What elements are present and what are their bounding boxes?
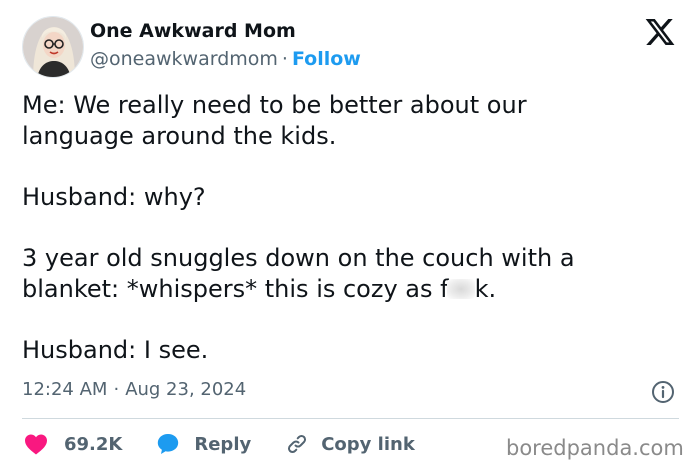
copy-link-label: Copy link (321, 433, 415, 455)
heart-icon (25, 434, 47, 455)
author-handle-row: @oneawkwardmom · Follow (90, 48, 361, 70)
speech-bubble-icon (158, 434, 179, 454)
author-name[interactable]: One Awkward Mom (90, 20, 296, 42)
author-handle[interactable]: @oneawkwardmom (90, 48, 278, 70)
divider (22, 418, 679, 419)
tweet-text-segment: k. (474, 275, 497, 303)
tweet-line: 3 year old snuggles down on the couch wi… (22, 244, 575, 272)
tweet-time: 12:24 AM (22, 379, 108, 400)
tweet-line: Husband: I see. (22, 336, 209, 364)
censor-blur (446, 279, 475, 299)
like-count: 69.2K (64, 433, 123, 455)
tweet-line: Me: We really need to be better about ou… (22, 91, 527, 119)
like-button[interactable]: 69.2K (24, 433, 122, 455)
tweet-line: Husband: why? (22, 183, 206, 211)
info-icon[interactable] (651, 380, 675, 404)
action-bar: 69.2K Reply Copy link (24, 430, 415, 458)
tweet-line-censored: blanket: *whispers* this is cozy as f k. (22, 274, 682, 305)
avatar-photo (23, 17, 83, 77)
tweet-date: Aug 23, 2024 (125, 379, 247, 400)
tweet-timestamp[interactable]: 12:24 AM · Aug 23, 2024 (22, 379, 246, 400)
tweet-line: language around the kids. (22, 122, 337, 150)
avatar[interactable] (22, 16, 84, 78)
reply-label: Reply (194, 433, 252, 455)
follow-button[interactable]: Follow (292, 48, 361, 70)
separator-dot: · (281, 48, 288, 70)
tweet-text-segment: blanket: *whispers* this is cozy as f (22, 275, 449, 303)
reply-button[interactable]: Reply (156, 432, 251, 456)
separator-dot: · (113, 379, 120, 400)
x-logo-icon[interactable] (642, 16, 678, 48)
copy-link-button[interactable]: Copy link (285, 432, 415, 456)
tweet-text: Me: We really need to be better about ou… (22, 90, 682, 366)
link-icon (288, 434, 307, 454)
watermark: boredpanda.com (506, 436, 684, 460)
